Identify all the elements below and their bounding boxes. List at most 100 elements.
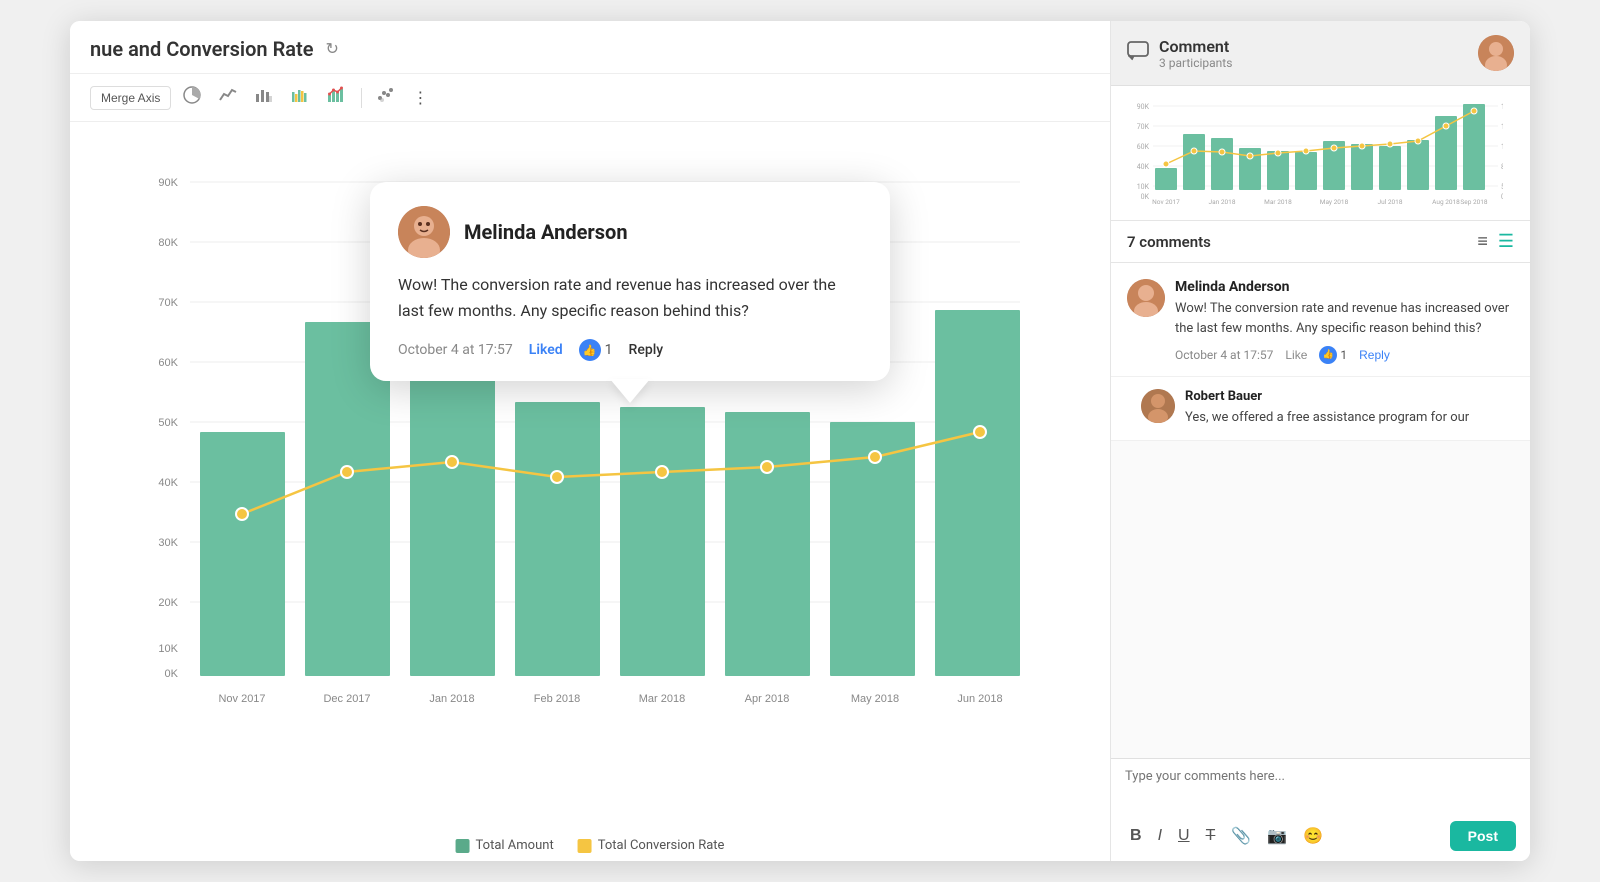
svg-text:Jul 2018: Jul 2018: [1378, 198, 1403, 206]
more-options-icon[interactable]: ⋮: [406, 84, 434, 112]
popup-timestamp: October 4 at 17:57: [398, 342, 513, 358]
popup-comment-text: Wow! The conversion rate and revenue has…: [398, 272, 862, 323]
svg-text:May 2018: May 2018: [851, 693, 899, 705]
popup-like-count: 👍 1: [579, 339, 613, 361]
reply-body: Robert Bauer Yes, we offered a free assi…: [1185, 389, 1514, 428]
popup-liked-button[interactable]: Liked: [529, 342, 563, 358]
svg-text:Dec 2017: Dec 2017: [323, 693, 370, 705]
format-icons: B I U T 📎 📷 😊: [1125, 823, 1328, 849]
svg-text:Mar 2018: Mar 2018: [639, 693, 685, 705]
post-button[interactable]: Post: [1450, 821, 1516, 851]
reply-item: Robert Bauer Yes, we offered a free assi…: [1111, 377, 1530, 441]
svg-text:60K: 60K: [158, 357, 178, 369]
mini-chart: 90K 70K 60K 40K 10K 0K 12% 11% 10% 8% 5%…: [1123, 96, 1503, 206]
comment-list: Melinda Anderson Wow! The conversion rat…: [1111, 263, 1530, 758]
comment-item-body: Melinda Anderson Wow! The conversion rat…: [1175, 279, 1514, 364]
filter-icon[interactable]: ☰: [1498, 231, 1514, 252]
strikethrough-button[interactable]: T: [1201, 823, 1221, 849]
comment-panel-icon: [1127, 41, 1149, 66]
comment-panel-text: Comment 3 participants: [1159, 37, 1232, 70]
svg-text:0K: 0K: [165, 668, 179, 680]
underline-button[interactable]: U: [1173, 823, 1195, 849]
svg-text:10K: 10K: [158, 643, 178, 655]
scatter-icon[interactable]: [370, 82, 400, 113]
comment-count: 7 comments: [1127, 233, 1211, 251]
svg-text:70K: 70K: [158, 297, 178, 309]
mini-chart-wrapper: 90K 70K 60K 40K 10K 0K 12% 11% 10% 8% 5%…: [1111, 86, 1530, 221]
grouped-bar-icon[interactable]: [285, 82, 315, 113]
comment-panel-title: Comment: [1159, 37, 1232, 56]
svg-text:12%: 12%: [1501, 103, 1503, 111]
like-count-num: 1: [1340, 348, 1347, 362]
svg-text:8%: 8%: [1501, 163, 1503, 171]
emoji-button[interactable]: 😊: [1298, 823, 1328, 849]
comment-reply-button[interactable]: Reply: [1359, 348, 1390, 362]
legend-total-amount-label: Total Amount: [476, 838, 554, 853]
popup-meta: October 4 at 17:57 Liked 👍 1 Reply: [398, 339, 862, 361]
image-button[interactable]: 📷: [1262, 823, 1292, 849]
refresh-button[interactable]: ↻: [326, 39, 339, 59]
svg-text:50K: 50K: [158, 417, 178, 429]
comment-popup: Melinda Anderson Wow! The conversion rat…: [370, 182, 890, 381]
chart-area: 90K 80K 70K 60K 50K 40K 30K 20K 10K 0K: [70, 122, 1110, 861]
svg-text:90K: 90K: [158, 177, 178, 189]
comment-toolbar: B I U T 📎 📷 😊 Post: [1125, 821, 1516, 851]
svg-text:0K: 0K: [1141, 193, 1150, 201]
svg-text:Apr 2018: Apr 2018: [745, 693, 790, 705]
svg-text:60K: 60K: [1137, 143, 1150, 151]
legend-conversion-rate: Total Conversion Rate: [578, 838, 725, 853]
chart-panel: nue and Conversion Rate ↻ Merge Axis: [70, 21, 1110, 861]
pie-chart-icon[interactable]: [177, 82, 207, 113]
italic-button[interactable]: I: [1153, 823, 1167, 849]
svg-text:11%: 11%: [1501, 123, 1503, 131]
legend-green-box: [456, 839, 470, 853]
comment-input-area: B I U T 📎 📷 😊 Post: [1111, 758, 1530, 861]
comment-input[interactable]: [1125, 769, 1516, 811]
comment-bar-icons: ≡ ☰: [1477, 231, 1514, 252]
svg-text:Mar 2018: Mar 2018: [1264, 198, 1292, 206]
svg-text:0%: 0%: [1501, 193, 1503, 201]
merge-axis-button[interactable]: Merge Axis: [90, 86, 171, 110]
combo-chart-icon[interactable]: [321, 82, 353, 113]
bold-button[interactable]: B: [1125, 823, 1147, 849]
svg-text:Nov 2017: Nov 2017: [218, 693, 265, 705]
thumb-icon: 👍: [1319, 346, 1337, 364]
svg-text:20K: 20K: [158, 597, 178, 609]
svg-text:Feb 2018: Feb 2018: [534, 693, 580, 705]
chart-header: nue and Conversion Rate ↻: [70, 21, 1110, 74]
comment-item-name: Melinda Anderson: [1175, 279, 1514, 295]
like-thumb-icon: 👍: [579, 339, 601, 361]
svg-text:70K: 70K: [1137, 123, 1150, 131]
popup-user-row: Melinda Anderson: [398, 206, 862, 258]
line-chart-icon[interactable]: [213, 82, 243, 113]
svg-text:Jan 2018: Jan 2018: [429, 693, 474, 705]
comment-panel-header: Comment 3 participants: [1111, 21, 1530, 86]
comment-count-bar: 7 comments ≡ ☰: [1111, 221, 1530, 263]
like-number: 1: [605, 342, 613, 358]
svg-text:10%: 10%: [1501, 143, 1503, 151]
comment-like-count: 👍 1: [1319, 346, 1347, 364]
comment-like-button[interactable]: Like: [1285, 348, 1307, 362]
comment-item-text: Wow! The conversion rate and revenue has…: [1175, 299, 1514, 338]
comment-panel-subtitle: 3 participants: [1159, 56, 1232, 70]
svg-text:80K: 80K: [158, 237, 178, 249]
svg-text:40K: 40K: [1137, 163, 1150, 171]
chart-legend: Total Amount Total Conversion Rate: [456, 830, 725, 861]
svg-text:Nov 2017: Nov 2017: [1152, 198, 1180, 206]
legend-conversion-label: Total Conversion Rate: [598, 838, 725, 853]
toolbar-separator: [361, 88, 362, 108]
svg-text:10K: 10K: [1137, 183, 1150, 191]
reply-avatar: [1141, 389, 1175, 423]
attachment-button[interactable]: 📎: [1226, 823, 1256, 849]
bar-chart-icon[interactable]: [249, 82, 279, 113]
popup-reply-button[interactable]: Reply: [629, 342, 664, 358]
svg-text:Jan 2018: Jan 2018: [1209, 198, 1236, 206]
svg-text:5%: 5%: [1501, 183, 1503, 191]
svg-text:Jun 2018: Jun 2018: [957, 693, 1002, 705]
popup-avatar: [398, 206, 450, 258]
chart-toolbar: Merge Axis ⋮: [70, 74, 1110, 122]
comment-panel-title-row: Comment 3 participants: [1127, 37, 1232, 70]
comment-item-avatar: [1127, 279, 1165, 317]
sort-icon[interactable]: ≡: [1477, 231, 1488, 252]
legend-yellow-box: [578, 839, 592, 853]
